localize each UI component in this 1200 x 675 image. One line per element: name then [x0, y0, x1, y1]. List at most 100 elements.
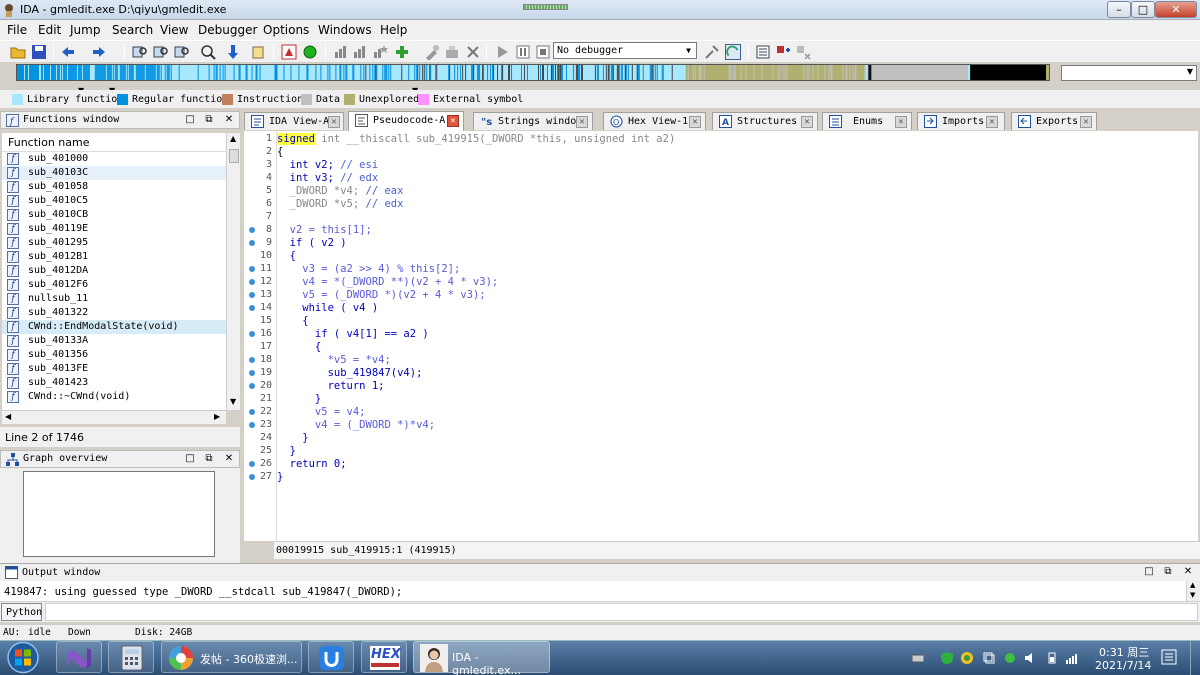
code-line-26[interactable]: return 0;: [277, 458, 347, 470]
taskbar-ida-window[interactable]: IDA - gmledit.ex...: [413, 641, 550, 675]
code-line-1[interactable]: signed int __thiscall sub_419915(_DWORD …: [277, 133, 675, 145]
attach-process-icon[interactable]: [704, 44, 720, 60]
menu-view[interactable]: View: [160, 23, 188, 37]
signal-bars-icon[interactable]: [1066, 652, 1078, 664]
menu-options[interactable]: Options: [263, 23, 309, 37]
function-list-item[interactable]: f sub_4010C5: [2, 194, 226, 208]
menu-edit[interactable]: Edit: [38, 23, 61, 37]
graph-overview-canvas[interactable]: [23, 471, 215, 557]
open-folder-icon[interactable]: [10, 44, 26, 60]
taskbar-hex-editor[interactable]: HEX: [361, 641, 407, 673]
navigation-select[interactable]: ▼: [1061, 65, 1197, 81]
function-list-item[interactable]: f sub_401356: [2, 348, 226, 362]
text-search-icon[interactable]: [153, 44, 169, 60]
tab-ida-view-a[interactable]: IDA View-A ✕: [244, 112, 344, 130]
scroll-left-icon[interactable]: ◀: [5, 412, 11, 421]
functions-list[interactable]: f sub_401000 f sub_40103C f sub_401058 f sub_40…: [2, 152, 226, 410]
pause-icon[interactable]: [515, 44, 531, 60]
chevron-down-icon[interactable]: ▼: [682, 44, 695, 57]
window-switch-icon[interactable]: [983, 652, 995, 664]
code-line-20[interactable]: return 1;: [277, 380, 385, 392]
tab-structures[interactable]: A Structures ✕: [712, 112, 818, 130]
menu-windows[interactable]: Windows: [318, 23, 372, 37]
menu-debugger[interactable]: Debugger: [198, 23, 257, 37]
battery-icon[interactable]: [1046, 652, 1058, 664]
tab-exports[interactable]: Exports ✕: [1011, 112, 1097, 130]
tab-enums[interactable]: Enums ✕: [822, 112, 912, 130]
menu-help[interactable]: Help: [380, 23, 407, 37]
taskbar-upload-tool[interactable]: [308, 641, 354, 673]
green-circle-icon[interactable]: [302, 44, 318, 60]
code-line-25[interactable]: }: [277, 445, 296, 457]
breakpoint-marker[interactable]: [249, 422, 255, 428]
navigation-band[interactable]: [16, 64, 1050, 81]
float-icon[interactable]: ⧉: [203, 453, 215, 465]
tab-hex-view-1[interactable]: O Hex View-1 ✕: [603, 112, 706, 130]
scroll-down-icon[interactable]: ▼: [1190, 591, 1195, 599]
breakpoint-marker[interactable]: [249, 279, 255, 285]
function-list-item[interactable]: f sub_401000: [2, 152, 226, 166]
chart-star-icon[interactable]: [372, 44, 388, 60]
close-icon[interactable]: ✕: [328, 116, 340, 128]
breakpoint-marker[interactable]: [249, 357, 255, 363]
code-line-9[interactable]: if ( v2 ): [277, 237, 347, 249]
tab-pseudocode-a[interactable]: Pseudocode-A ✕: [348, 111, 464, 131]
menu-file[interactable]: File: [7, 23, 27, 37]
float-icon[interactable]: ⧉: [203, 114, 215, 126]
list-view-icon[interactable]: [755, 44, 771, 60]
close-icon[interactable]: ✕: [447, 115, 459, 127]
start-button[interactable]: [3, 641, 43, 674]
scroll-down-icon[interactable]: ▼: [230, 397, 236, 406]
restore-icon[interactable]: □: [184, 453, 196, 465]
command-input[interactable]: [45, 603, 1198, 621]
code-line-13[interactable]: v5 = (_DWORD *)(v2 + 4 * v3);: [277, 289, 485, 301]
code-line-2[interactable]: {: [277, 146, 283, 158]
code-line-23[interactable]: v4 = (_DWORD *)*v4;: [277, 419, 435, 431]
code-line-gutter[interactable]: 1 2 3 4 5 6 7 8 9 10 11 12 13 14 15 16 17 18 19 20 21 22 23 24 2…: [244, 131, 276, 541]
code-line-16[interactable]: if ( v4[1] == a2 ): [277, 328, 429, 340]
function-list-item[interactable]: f sub_4010CB: [2, 208, 226, 222]
code-line-8[interactable]: v2 = this[1];: [277, 224, 372, 236]
float-icon[interactable]: ⧉: [1162, 566, 1174, 578]
python-button[interactable]: Python: [1, 603, 42, 621]
search-sequence-icon[interactable]: [200, 44, 216, 60]
forward-arrow-icon[interactable]: [91, 44, 107, 60]
close-icon[interactable]: ✕: [223, 453, 235, 465]
minimize-button[interactable]: –: [1107, 1, 1131, 18]
function-list-item[interactable]: f CWnd::EndModalState(void): [2, 320, 226, 334]
close-icon[interactable]: ✕: [895, 116, 907, 128]
code-line-21[interactable]: }: [277, 393, 321, 405]
debugger-select[interactable]: No debugger ▼: [553, 42, 697, 59]
restore-icon[interactable]: □: [1143, 566, 1155, 578]
close-icon[interactable]: ✕: [1080, 116, 1092, 128]
add-plugin-icon[interactable]: [394, 44, 410, 60]
scroll-up-icon[interactable]: ▲: [1190, 581, 1195, 589]
breakpoint-marker[interactable]: [249, 266, 255, 272]
stop-icon[interactable]: [535, 44, 551, 60]
function-list-item[interactable]: f sub_4012B1: [2, 250, 226, 264]
function-list-item[interactable]: f sub_40133A: [2, 334, 226, 348]
taskbar-browser-window[interactable]: 发帖 - 360极速浏...: [161, 641, 302, 673]
360-guard-icon[interactable]: [961, 652, 973, 664]
code-line-4[interactable]: int v3; // edx: [277, 172, 379, 184]
clock-time[interactable]: 0:31 周三: [1099, 644, 1149, 660]
add-breakpoint-icon[interactable]: [775, 44, 791, 60]
breakpoint-marker[interactable]: [249, 474, 255, 480]
close-button[interactable]: ✕: [1155, 1, 1197, 18]
code-line-17[interactable]: {: [277, 341, 321, 353]
close-icon[interactable]: ✕: [223, 114, 235, 126]
function-list-item[interactable]: f sub_401423: [2, 376, 226, 390]
trace-icon[interactable]: [725, 44, 741, 60]
code-line-27[interactable]: }: [277, 471, 283, 483]
chevron-down-icon[interactable]: ▼: [1187, 67, 1193, 76]
breakpoint-marker[interactable]: [249, 227, 255, 233]
code-line-6[interactable]: _DWORD *v5; // edx: [277, 198, 404, 210]
taskbar-calculator[interactable]: [108, 641, 154, 673]
tab-imports[interactable]: Imports ✕: [917, 112, 1005, 130]
scroll-thumb[interactable]: [229, 149, 239, 163]
functions-vertical-scrollbar[interactable]: ▲ ▼: [226, 133, 240, 410]
menu-jump[interactable]: Jump: [70, 23, 100, 37]
function-list-item[interactable]: f sub_40119E: [2, 222, 226, 236]
tools-icon[interactable]: [424, 44, 440, 60]
code-line-22[interactable]: v5 = v4;: [277, 406, 366, 418]
